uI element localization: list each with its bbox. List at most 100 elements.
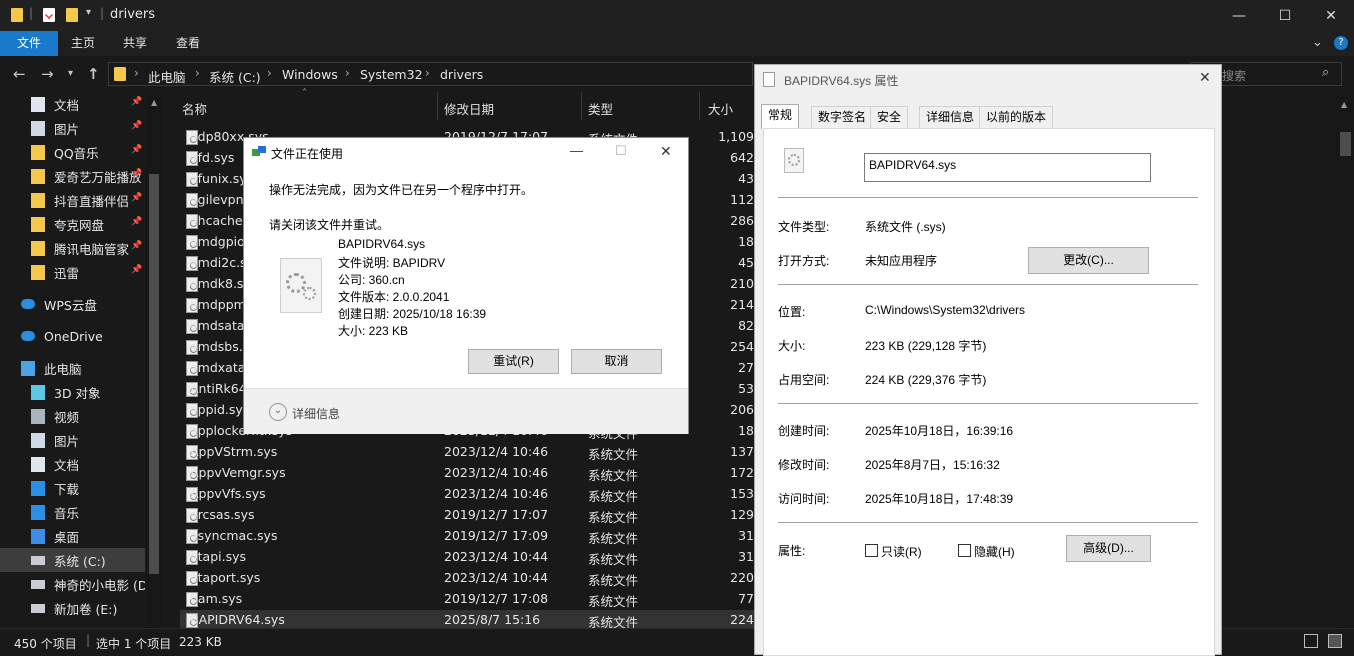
column-header-type[interactable]: 类型	[588, 99, 613, 118]
close-button[interactable]: ✕	[1199, 69, 1211, 86]
sidebar-item[interactable]: 文档	[0, 452, 145, 476]
sidebar-item[interactable]: 系统 (C:)	[0, 548, 145, 572]
pin-icon[interactable]: 📌	[131, 169, 142, 179]
nav-pane-scrollbar[interactable]: ▲	[146, 96, 162, 628]
pin-icon[interactable]: 📌	[131, 145, 142, 155]
drive-icon	[31, 603, 45, 613]
retry-button[interactable]: 重试(R)	[468, 349, 559, 374]
pin-icon[interactable]: 📌	[131, 193, 142, 203]
filename-field[interactable]: BAPIDRV64.sys	[864, 153, 1151, 182]
quick-access-dropdown-icon[interactable]: ▾	[86, 7, 91, 18]
cell-size: 286	[730, 213, 754, 228]
back-arrow-icon[interactable]: ←	[13, 65, 26, 83]
file-list-scrollbar[interactable]: ▲	[1337, 96, 1354, 628]
ribbon-expand-icon[interactable]: ⌄	[1312, 35, 1323, 50]
location-label: 位置:	[778, 305, 806, 319]
address-bar[interactable]: › 此电脑 › 系统 (C:) › Windows › System32 › d…	[108, 62, 753, 86]
close-button[interactable]: ✕	[1308, 0, 1354, 31]
pin-icon[interactable]: 📌	[131, 265, 142, 275]
sidebar-item[interactable]: 迅雷	[0, 260, 145, 284]
sidebar-item[interactable]: 视频	[0, 404, 145, 428]
column-header-name[interactable]: 名称	[182, 99, 207, 118]
more-details-link[interactable]: 详细信息	[292, 405, 340, 422]
table-row[interactable]: arcsas.sys 2019/12/7 17:07 系统文件 129	[180, 505, 754, 526]
sidebar-item[interactable]: 抖音直播伴侣	[0, 188, 145, 212]
scroll-up-icon[interactable]: ▲	[1341, 100, 1347, 109]
sidebar-item[interactable]: QQ音乐	[0, 140, 145, 164]
crumb-system32[interactable]: System32	[360, 67, 423, 82]
large-icons-view-icon[interactable]	[1328, 634, 1342, 648]
properties-quick-icon[interactable]	[43, 8, 55, 22]
table-row[interactable]: AppVStrm.sys 2023/12/4 10:46 系统文件 137	[180, 442, 754, 463]
details-view-icon[interactable]	[1304, 634, 1318, 648]
table-row[interactable]: bam.sys 2019/12/7 17:08 系统文件 77	[180, 589, 754, 610]
scrollbar-thumb[interactable]	[149, 174, 159, 574]
tab-home[interactable]: 主页	[58, 31, 108, 56]
table-row[interactable]: asyncmac.sys 2019/12/7 17:09 系统文件 31	[180, 526, 754, 547]
expand-details-icon[interactable]: ⌄	[269, 403, 287, 421]
table-row[interactable]: ataport.sys 2023/12/4 10:44 系统文件 220	[180, 568, 754, 589]
close-button[interactable]: ✕	[660, 143, 672, 160]
minimize-button[interactable]: —	[1216, 0, 1262, 31]
tab-previous-versions[interactable]: 以前的版本	[979, 106, 1054, 128]
tab-details[interactable]: 详细信息	[919, 106, 982, 128]
crumb-windows[interactable]: Windows	[282, 67, 338, 82]
sidebar-item[interactable]: 爱奇艺万能播放	[0, 164, 145, 188]
sidebar-item[interactable]: 下载	[0, 476, 145, 500]
crumb-this-pc[interactable]: 此电脑	[148, 67, 186, 86]
cell-type: 系统文件	[588, 531, 639, 546]
crumb-drivers[interactable]: drivers	[440, 67, 483, 82]
hidden-checkbox[interactable]	[958, 544, 971, 557]
cell-date: 2023/12/4 10:46	[444, 486, 549, 501]
forward-arrow-icon[interactable]: →	[41, 65, 54, 83]
advanced-button[interactable]: 高级(D)...	[1066, 535, 1151, 562]
sidebar-item[interactable]: 图片	[0, 116, 145, 140]
table-row[interactable]: AppvVemgr.sys 2023/12/4 10:46 系统文件 172	[180, 463, 754, 484]
pin-icon[interactable]: 📌	[131, 241, 142, 251]
sidebar-item[interactable]: 新加卷 (E:)	[0, 596, 145, 620]
sidebar-item[interactable]: 音乐	[0, 500, 145, 524]
sidebar-item[interactable]: 图片	[0, 428, 145, 452]
tab-file[interactable]: 文件	[0, 31, 58, 56]
readonly-checkbox[interactable]	[865, 544, 878, 557]
cell-type: 系统文件	[588, 489, 639, 504]
sidebar-item[interactable]: 夸克网盘	[0, 212, 145, 236]
hidden-label[interactable]: 隐藏(H)	[974, 543, 1015, 560]
column-header-size[interactable]: 大小	[708, 99, 733, 118]
sidebar-item[interactable]: 神奇的小电影 (D:	[0, 572, 145, 596]
pin-icon[interactable]: 📌	[131, 217, 142, 227]
readonly-label[interactable]: 只读(R)	[881, 543, 922, 560]
maximize-button[interactable]: ☐	[1262, 0, 1308, 31]
scrollbar-thumb[interactable]	[1340, 132, 1351, 156]
scroll-up-icon[interactable]: ▲	[151, 98, 157, 107]
search-icon[interactable]: ⌕	[1322, 65, 1329, 80]
minimize-button[interactable]: —	[570, 143, 583, 158]
up-arrow-icon[interactable]: ↑	[87, 65, 100, 83]
sidebar-item[interactable]: OneDrive	[0, 324, 145, 348]
sidebar-item[interactable]: 文档	[0, 92, 145, 116]
column-header-date[interactable]: 修改日期	[444, 99, 494, 118]
separator	[778, 522, 1198, 523]
crumb-drive-c[interactable]: 系统 (C:)	[209, 67, 261, 86]
tab-security[interactable]: 安全	[870, 106, 909, 128]
pin-icon[interactable]: 📌	[131, 121, 142, 131]
tab-digital-signature[interactable]: 数字签名	[811, 106, 874, 128]
sidebar-item[interactable]: 此电脑	[0, 356, 145, 380]
tab-general[interactable]: 常规	[761, 104, 800, 129]
tab-share[interactable]: 共享	[110, 31, 160, 56]
sidebar-item[interactable]: 腾讯电脑管家	[0, 236, 145, 260]
sidebar-item[interactable]: 3D 对象	[0, 380, 145, 404]
table-row[interactable]: AppvVfs.sys 2023/12/4 10:46 系统文件 153	[180, 484, 754, 505]
tab-view[interactable]: 查看	[163, 31, 213, 56]
recent-dropdown-icon[interactable]: ▾	[68, 68, 73, 79]
sidebar-item[interactable]: 桌面	[0, 524, 145, 548]
cancel-button[interactable]: 取消	[571, 349, 662, 374]
pin-icon[interactable]: 📌	[131, 97, 142, 107]
cell-name: atapi.sys	[190, 549, 247, 564]
change-button[interactable]: 更改(C)...	[1028, 247, 1149, 274]
new-folder-quick-icon[interactable]	[66, 8, 78, 22]
table-row[interactable]: atapi.sys 2023/12/4 10:44 系统文件 31	[180, 547, 754, 568]
sidebar-item[interactable]: WPS云盘	[0, 292, 145, 316]
help-icon[interactable]: ?	[1334, 36, 1348, 50]
maximize-button[interactable]: ☐	[615, 143, 627, 159]
